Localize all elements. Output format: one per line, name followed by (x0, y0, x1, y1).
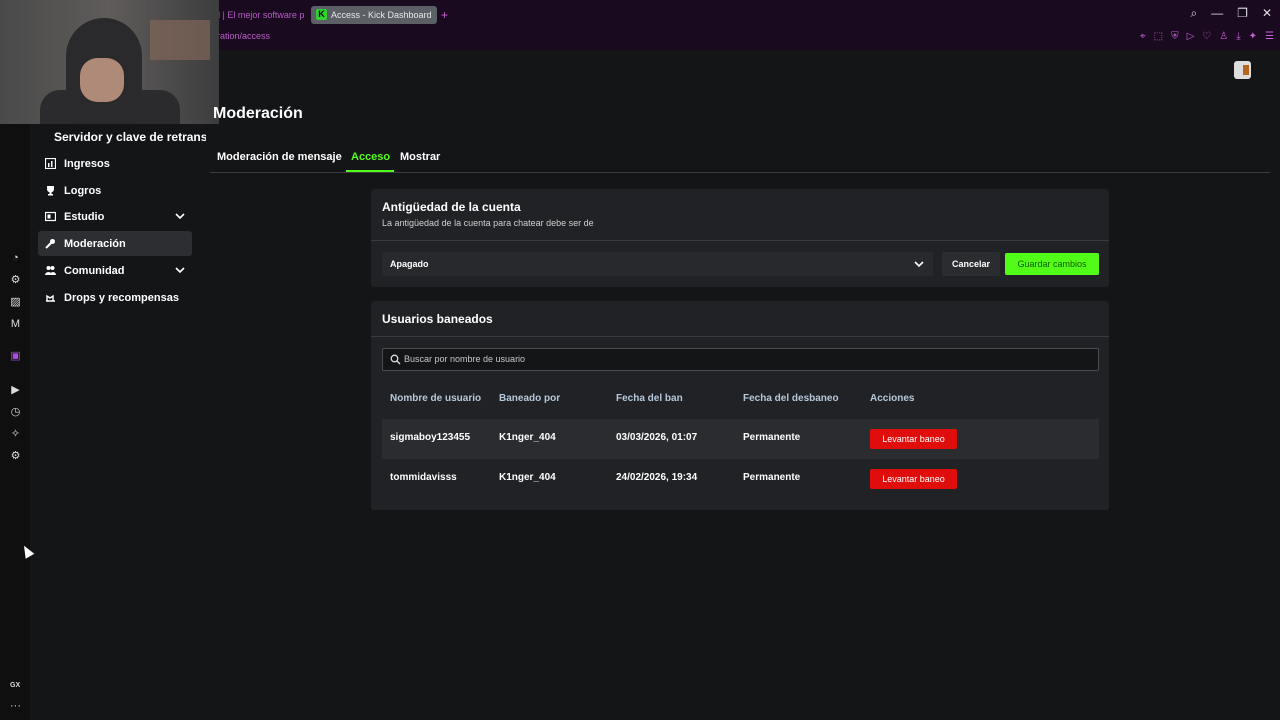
unban-date-cell: Permanente (743, 472, 801, 483)
sidebar-item-label: Logros (64, 184, 102, 197)
username-cell: sigmaboy123455 (390, 432, 471, 443)
trophy-icon (44, 184, 57, 197)
section-description: La antigüedad de la cuenta para chatear … (382, 218, 594, 228)
ban-date-cell: 03/03/2026, 01:07 (616, 432, 698, 443)
search-icon[interactable]: ⌕ (1190, 6, 1197, 21)
webcam-person-face (80, 58, 124, 102)
sidebar-item-drops[interactable]: Drops y recompensas (38, 285, 192, 310)
search-placeholder: Buscar por nombre de usuario (404, 354, 526, 364)
snapshot-icon[interactable]: ⬚ (1154, 31, 1163, 42)
browser-tab-active[interactable]: K Access - Kick Dashboard (311, 6, 437, 24)
gx-corner-icon[interactable]: ▨ (9, 296, 22, 309)
chart-icon (44, 157, 57, 170)
gx-label: GX (10, 682, 21, 689)
menu-icon[interactable]: ☰ (1265, 31, 1274, 42)
webcam-overlay (0, 0, 219, 124)
browser-tab[interactable]: il | El mejor software p (210, 6, 305, 24)
kick-favicon-icon: K (316, 9, 327, 20)
close-icon[interactable]: ✕ (1262, 6, 1272, 21)
speed-dial-icon[interactable]: ◔ (9, 252, 22, 265)
new-tab-button[interactable]: + (441, 8, 448, 22)
column-header: Nombre de usuario (390, 393, 482, 404)
unban-button[interactable]: Levantar baneo (870, 469, 957, 489)
account-age-card: Antigüedad de la cuenta La antigüedad de… (371, 189, 1109, 287)
settings-icon[interactable]: ⚙ (9, 450, 22, 463)
studio-icon (44, 210, 57, 223)
sidebar-item-label: Moderación (64, 237, 126, 250)
table-row: tommidavisss K1nger_404 24/02/2026, 19:3… (382, 459, 1099, 499)
sidebar-item-stream-key[interactable]: Servidor y clave de retransm (54, 130, 206, 144)
more-icon[interactable]: ··· (10, 700, 21, 712)
sidebar-item-moderacion[interactable]: Moderación (38, 231, 192, 256)
heart-icon[interactable]: ♡ (1202, 31, 1211, 42)
m-icon[interactable]: M (9, 318, 22, 331)
ban-date-cell: 24/02/2026, 19:34 (616, 472, 698, 483)
cancel-button[interactable]: Cancelar (942, 252, 1000, 276)
user-avatar[interactable] (1234, 61, 1251, 79)
search-icon (390, 354, 401, 365)
unban-date-cell: Permanente (743, 432, 801, 443)
column-header: Baneado por (499, 393, 561, 404)
sidebar-item-label: Ingresos (64, 157, 110, 170)
chevron-down-icon[interactable] (174, 210, 186, 222)
column-header: Fecha del ban (616, 393, 683, 404)
download-icon[interactable]: ⤓ (1236, 31, 1240, 42)
twitch-icon[interactable]: ▣ (9, 350, 22, 363)
tab-title: Access - Kick Dashboard (331, 10, 432, 20)
sidebar-item-label: Drops y recompensas (64, 291, 179, 304)
history-icon[interactable]: ◷ (9, 406, 22, 419)
player-icon[interactable]: ▶ (9, 384, 22, 397)
url-text[interactable]: eration/access (212, 31, 270, 41)
opera-sidebar: ◔ ⚙ ▨ M ▣ ▶ ◷ ✧ ⚙ (0, 50, 30, 720)
minimize-icon[interactable]: — (1211, 6, 1223, 21)
sidebar-item-estudio[interactable]: Estudio (38, 204, 192, 229)
divider (371, 240, 1109, 241)
extension-icons: ⌖ ⬚ ⛨ ▷ ♡ ♙ ⤓ ✦ ☰ (1140, 31, 1274, 42)
page-title: Moderación (213, 105, 303, 122)
sidebar-item-label: Estudio (64, 210, 105, 223)
play-icon[interactable]: ▷ (1187, 31, 1195, 42)
account-icon[interactable]: ♙ (1219, 31, 1228, 42)
sidebar-item-label: Comunidad (64, 264, 125, 277)
drops-icon (44, 291, 57, 304)
moderation-tabs: Moderación de mensaje Acceso Mostrar (210, 148, 1270, 173)
ai-icon[interactable]: ✦ (1249, 31, 1257, 42)
restore-icon[interactable]: ❐ (1237, 6, 1248, 21)
tab-message-moderation[interactable]: Moderación de mensaje (217, 151, 342, 163)
table-row: sigmaboy123455 K1nger_404 03/03/2026, 01… (382, 419, 1099, 459)
active-tab-indicator (346, 170, 394, 172)
extensions-icon[interactable]: ✧ (9, 428, 22, 441)
select-value: Apagado (390, 259, 429, 269)
gx-control-icon[interactable]: ⚙ (9, 274, 22, 287)
sidebar-item-logros[interactable]: Logros (38, 178, 192, 203)
divider (371, 336, 1109, 337)
sidebar-item-ingresos[interactable]: Ingresos (38, 151, 192, 176)
shield-icon[interactable]: ⛨ (1171, 31, 1179, 42)
unban-button[interactable]: Levantar baneo (870, 429, 957, 449)
banned-by-cell: K1nger_404 (499, 432, 556, 443)
sidebar-item-comunidad[interactable]: Comunidad (38, 258, 192, 283)
community-icon (44, 264, 57, 277)
dashboard-sidebar: Servidor y clave de retransm Ingresos Lo… (30, 124, 210, 720)
chevron-down-icon (914, 261, 924, 268)
banned-users-card: Usuarios baneados Buscar por nombre de u… (371, 301, 1109, 510)
column-header: Fecha del desbaneo (743, 393, 839, 404)
chevron-down-icon[interactable] (174, 264, 186, 276)
pin-icon[interactable]: ⌖ (1140, 31, 1146, 42)
tab-access[interactable]: Acceso (351, 151, 390, 163)
column-header: Acciones (870, 393, 915, 404)
wrench-icon (44, 237, 57, 250)
username-cell: tommidavisss (390, 472, 457, 483)
webcam-shelf (150, 20, 210, 60)
account-age-select[interactable]: Apagado (382, 252, 933, 276)
section-title: Usuarios baneados (382, 312, 493, 326)
table-header: Nombre de usuario Baneado por Fecha del … (382, 389, 1099, 409)
banned-by-cell: K1nger_404 (499, 472, 556, 483)
window-controls: ⌕ — ❐ ✕ (1190, 6, 1272, 21)
search-input[interactable]: Buscar por nombre de usuario (382, 348, 1099, 371)
save-button[interactable]: Guardar cambios (1005, 253, 1099, 275)
section-title: Antigüedad de la cuenta (382, 200, 521, 214)
tab-display[interactable]: Mostrar (400, 151, 440, 163)
